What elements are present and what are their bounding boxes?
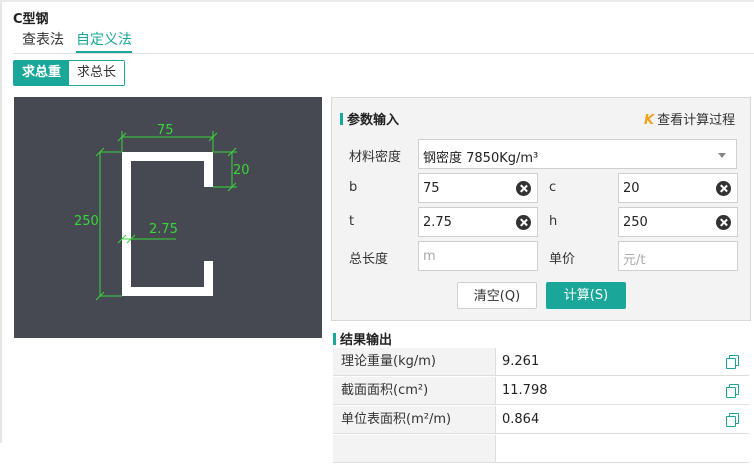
chevron-down-icon [718, 153, 726, 158]
tab-divider [13, 53, 754, 54]
top-border [0, 0, 754, 2]
result-value [496, 435, 749, 463]
result-value: 0.864 [496, 406, 749, 434]
tab-table-method[interactable]: 查表法 [22, 29, 64, 49]
param-section-title: 参数输入 [340, 109, 399, 128]
result-value: 11.798 [496, 377, 749, 405]
h-input[interactable]: 250 [618, 207, 738, 237]
copy-icon[interactable] [726, 413, 739, 427]
page-title: C型钢 [13, 12, 49, 27]
tab-custom-method[interactable]: 自定义法 [76, 29, 132, 53]
result-section-title: 结果输出 [333, 329, 392, 348]
price-input[interactable]: 元/t [618, 241, 738, 271]
length-input[interactable]: m [418, 241, 538, 271]
density-select[interactable]: 钢密度 7850Kg/m³ [418, 139, 737, 169]
h-label: h [549, 214, 558, 229]
dimension-lip-label: 20 [233, 163, 250, 178]
density-label: 材料密度 [349, 150, 402, 165]
mode-toggle: 求总重 求总长 [13, 60, 126, 86]
view-calc-link[interactable]: K 查看计算过程 [644, 109, 735, 128]
table-row: 截面面积(cm²) 11.798 [333, 377, 749, 406]
clear-icon[interactable] [516, 215, 531, 230]
b-label: b [349, 180, 358, 195]
section-marker [333, 333, 336, 345]
price-label: 单价 [549, 252, 576, 267]
parameter-panel: 参数输入 K 查看计算过程 材料密度 钢密度 7850Kg/m³ b 75 c 2… [331, 97, 751, 321]
result-label: 理论重量(kg/m) [333, 348, 496, 376]
left-border [0, 0, 2, 443]
t-input[interactable]: 2.75 [418, 207, 538, 237]
total-weight-button[interactable]: 求总重 [14, 61, 70, 85]
clear-icon[interactable] [516, 181, 531, 196]
result-label: 单位表面积(m²/m) [333, 406, 496, 434]
section-diagram: 75 20 250 2.75 [14, 97, 322, 338]
result-value: 9.261 [496, 348, 749, 376]
t-label: t [349, 214, 355, 229]
dimension-height-label: 250 [74, 214, 99, 229]
calculate-button[interactable]: 计算(S) [546, 282, 626, 309]
dimension-width-label: 75 [157, 123, 174, 138]
length-label: 总长度 [349, 252, 389, 267]
result-label: 截面面积(cm²) [333, 377, 496, 405]
copy-icon[interactable] [726, 355, 739, 369]
c-label: c [549, 180, 557, 195]
clear-icon[interactable] [716, 181, 731, 196]
copy-icon[interactable] [726, 384, 739, 398]
table-row [333, 435, 749, 464]
total-length-button[interactable]: 求总长 [69, 61, 125, 85]
table-row: 单位表面积(m²/m) 0.864 [333, 406, 749, 435]
clear-button[interactable]: 清空(Q) [457, 282, 537, 309]
clear-icon[interactable] [716, 215, 731, 230]
section-marker [340, 113, 343, 125]
result-label [333, 435, 496, 463]
calc-process-icon: K [644, 113, 655, 128]
b-input[interactable]: 75 [418, 173, 538, 203]
dimension-thickness-label: 2.75 [149, 222, 178, 237]
table-row: 理论重量(kg/m) 9.261 [333, 348, 749, 377]
c-input[interactable]: 20 [618, 173, 738, 203]
c-channel-drawing: 75 20 250 2.75 [74, 123, 250, 301]
